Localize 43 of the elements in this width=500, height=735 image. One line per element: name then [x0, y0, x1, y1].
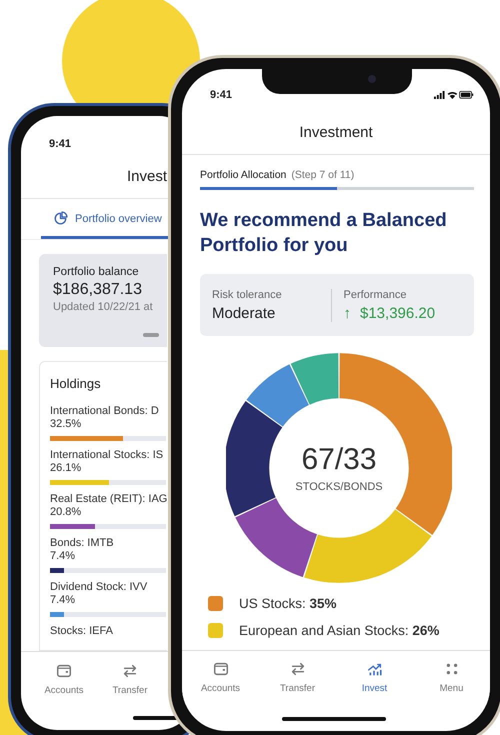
screen-title: Invest	[126, 168, 167, 184]
step-label: Portfolio Allocation	[200, 169, 286, 181]
holding-name: Dividend Stock: IVV	[50, 581, 148, 594]
legend-label: US Stocks: 35%	[239, 596, 337, 611]
pie-chart-icon	[53, 211, 68, 226]
holding-percent: 7.4%	[50, 550, 76, 563]
screen-title: Investment	[299, 124, 373, 140]
ratio-label: STOCKS/BONDS	[295, 481, 383, 493]
holding-name: Real Estate (REIT): IAG	[50, 493, 167, 506]
balance-amount: $186,387.13	[53, 281, 143, 299]
performance-label: Performance	[344, 288, 408, 300]
scroll-indicator	[143, 333, 159, 337]
holding-percent: 32.5%	[50, 418, 82, 431]
holding-percent: 20.8%	[50, 506, 82, 519]
nav-item[interactable]: Accounts	[184, 651, 256, 705]
legend-label: European and Asian Stocks: 26%	[239, 623, 440, 638]
performance-value: $13,396.20	[360, 304, 436, 322]
nav-item[interactable]: Transfer	[262, 651, 334, 705]
holding-name: Bonds: IMTB	[50, 537, 115, 550]
wallet-icon	[55, 662, 73, 680]
holding-name: International Stocks: IS	[50, 449, 164, 462]
recommendation-heading: We recommend a Balanced Portfolio for you	[200, 209, 448, 258]
holding-percent: 7.4%	[50, 594, 76, 607]
nav-item[interactable]: Accounts	[31, 652, 97, 704]
nav-item[interactable]: Transfer	[97, 652, 163, 704]
wallet-icon	[212, 660, 230, 678]
risk-value: Moderate	[212, 304, 276, 322]
ratio-value: 67/33	[301, 443, 377, 477]
holdings-title: Holdings	[50, 376, 102, 391]
holding-percent: 26.1%	[50, 462, 82, 475]
risk-label: Risk tolerance	[212, 288, 283, 300]
up-arrow-icon: ↑	[344, 304, 351, 322]
transfer-arrows-icon	[121, 662, 139, 680]
step-count: (Step 7 of 11)	[291, 169, 354, 181]
nav-item[interactable]: Menu	[416, 651, 488, 705]
status-time: 9:41	[49, 138, 72, 150]
nav-item[interactable]: Invest	[338, 651, 410, 705]
holding-name: Stocks: IEFA	[50, 625, 114, 638]
holding-name: International Bonds: D	[50, 405, 160, 418]
updated-text: Updated 10/22/21 at	[53, 301, 154, 313]
status-icons-drawing	[434, 90, 474, 100]
status-time: 9:41	[210, 89, 232, 101]
balance-label: Portfolio balance	[53, 266, 140, 278]
